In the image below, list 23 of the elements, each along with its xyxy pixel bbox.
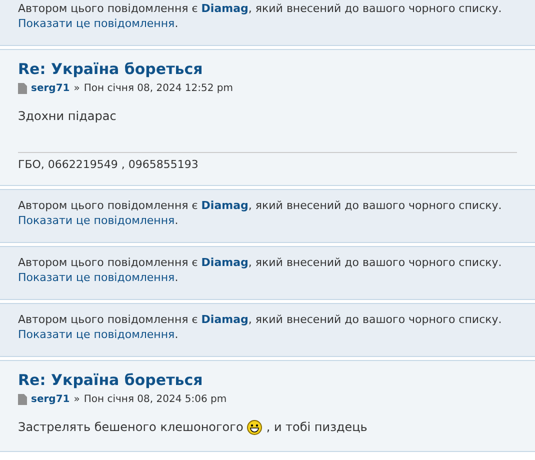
separator-text: » [74, 83, 80, 94]
post-text: Здохни підарас [18, 109, 116, 123]
post-title[interactable]: Re: Україна бореться [18, 60, 203, 78]
author-link[interactable]: serg71 [31, 394, 70, 405]
show-post-link[interactable]: Показати це повідомлення [18, 17, 175, 30]
show-post-link[interactable]: Показати це повідомлення [18, 214, 175, 227]
post-text: Застрелять бешеного клешоногого [18, 420, 244, 434]
separator-text: » [74, 394, 80, 405]
post-text: , и тобі пиздець [266, 420, 368, 434]
document-icon [18, 394, 27, 405]
ignore-notice: Автором цього повідомлення є Diamag, який внесений до вашого чорного списку. Показати це повідомлення. [18, 312, 503, 342]
post-date: Пон січня 08, 2024 12:52 pm [84, 83, 233, 94]
show-post-link[interactable]: Показати це повідомлення [18, 271, 175, 284]
smiley-icon [247, 420, 262, 434]
author-link[interactable]: serg71 [31, 83, 70, 94]
post-title[interactable]: Re: Україна бореться [18, 371, 203, 389]
document-icon [18, 83, 27, 94]
signature-text: ГБО, 0662219549 , 0965855193 [18, 158, 198, 171]
show-post-link[interactable]: Показати це повідомлення [18, 328, 175, 341]
ignore-notice: Автором цього повідомлення є Diamag, який внесений до вашого чорного списку. Показати це повідомлення. [18, 255, 503, 285]
ignore-notice: Автором цього повідомлення є Diamag, який внесений до вашого чорного списку. Показати це повідомлення. [18, 1, 503, 31]
ignore-notice: Автором цього повідомлення є Diamag, який внесений до вашого чорного списку. Показати це повідомлення. [18, 198, 503, 228]
post-date: Пон січня 08, 2024 5:06 pm [84, 394, 227, 405]
